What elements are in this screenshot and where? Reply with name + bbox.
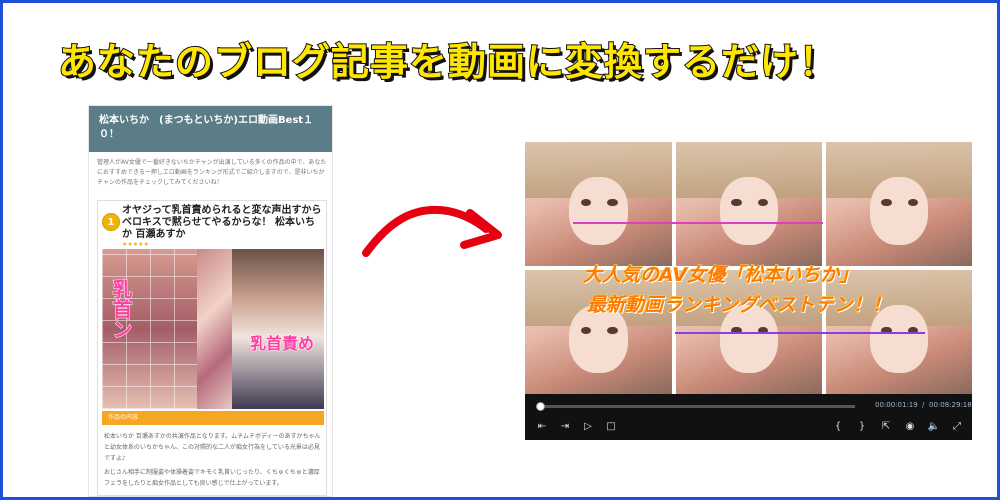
video-stage[interactable]: 大人気のAV女優「松本いちか」 最新動画ランキングベストテン！！ [525,142,972,394]
red-arrow-icon [362,205,502,257]
ranking-card: 1 オヤジって乳首責められると変な声出すからベロキスで黙らせてやるからな！ 松本… [97,200,327,496]
overlay-caption-1: 大人気のAV女優「松本いちか」 [582,264,859,287]
mark-in-icon[interactable]: { [831,420,845,434]
banner-frame: あなたのブログ記事を動画に変換するだけ！ 松本いちか (まつもといちか)エロ動画… [0,0,1000,500]
time-total: 00:08:29:18 [929,401,972,409]
cover-text-right: 乳首責め [249,334,315,353]
card-description-2: おじさん相手に制服姿や体操着姿でキモく乳首いじったり、くちゅくちゅと濃厚フェラを… [104,469,320,487]
previous-frame-icon[interactable]: ⇤ [535,420,549,434]
thumb-tile-1 [525,142,672,266]
export-icon[interactable]: ⇱ [879,420,893,434]
video-player: 大人気のAV女優「松本いちか」 最新動画ランキングベストテン！！ 00:00:0… [525,142,972,440]
thumb-tile-2 [676,142,822,266]
camera-snapshot-icon[interactable]: ◉ [903,420,917,434]
mark-out-icon[interactable]: } [855,420,869,434]
cover-text-left: 乳首ン [109,279,134,340]
time-current: 00:00:01:19 [875,401,918,409]
card-title[interactable]: オヤジって乳首責められると変な声出すからベロキスで黙らせてやるからな！ 松本いち… [122,205,324,241]
volume-icon[interactable]: 🔈 [927,420,941,434]
stop-icon[interactable]: □ [604,420,618,434]
product-cover-image[interactable]: 乳首ン 乳首責め [102,249,324,409]
seek-knob[interactable] [536,402,546,411]
blog-article: 松本いちか (まつもといちか)エロ動画Best１０！ 管理人がAV女優で一番好き… [88,105,333,497]
cover-photo [232,249,324,409]
accent-line-pink [573,222,823,224]
card-description-1: 松本いちか 百瀬あすかの共演作品となります。ムチムチボディーのあすかちゃんと幼女… [104,433,321,462]
thumb-tile-4 [525,270,672,394]
play-icon[interactable]: ▷ [581,420,595,434]
thumb-tile-3 [826,142,972,266]
rank-badge: 1 [102,213,120,231]
seek-bar[interactable] [536,402,855,411]
accent-line-purple [675,332,925,334]
time-separator: / [922,401,925,409]
blog-title: 松本いちか (まつもといちか)エロ動画Best１０！ [89,106,332,152]
headline: あなたのブログ記事を動画に変換するだけ！ [57,39,839,85]
fullscreen-icon[interactable]: ⤢ [950,420,964,434]
content-caption: 作品の内容 [102,411,324,425]
overlay-caption-2: 最新動画ランキングベストテン！！ [587,294,892,317]
blog-intro: 管理人がAV女優で一番好きないちかチャンが出演している多くの作品の中で、あなたに… [97,159,327,186]
next-frame-icon[interactable]: ⇥ [558,420,572,434]
rating-stars: ★★★★★ [122,241,149,248]
